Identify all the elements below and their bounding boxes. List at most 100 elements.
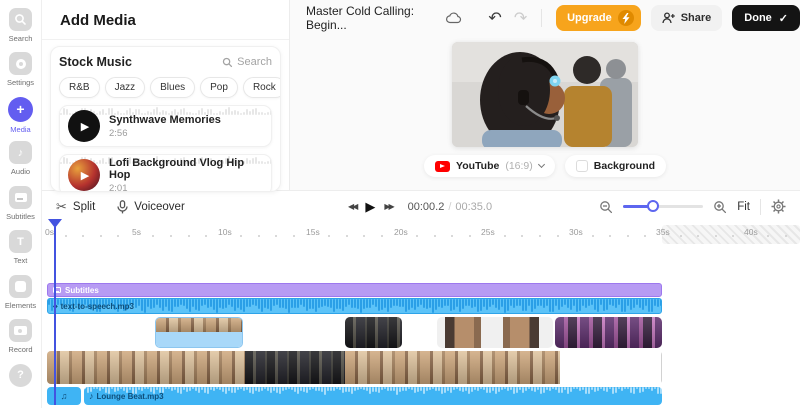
play-button[interactable]: ▶ (68, 159, 100, 191)
split-label: Split (72, 200, 96, 213)
format-label: YouTube (455, 160, 500, 172)
done-label: Done (744, 12, 772, 24)
play-button[interactable]: ▶ (68, 110, 100, 142)
chevron-down-icon (537, 160, 545, 169)
zoom-out-icon[interactable] (599, 200, 613, 214)
music-note-icon: ♫ (60, 391, 68, 401)
sidebar-item-label: Search (8, 34, 33, 43)
video-editor-app: Search Settings + Media ♪ Audio Subtitle… (0, 0, 800, 408)
stock-music-heading: Stock Music (59, 55, 132, 69)
elements-icon (9, 274, 32, 298)
broll-clip-2[interactable] (345, 317, 402, 348)
sidebar: Search Settings + Media ♪ Audio Subtitle… (0, 0, 42, 408)
sidebar-item-subtitles[interactable]: Subtitles (0, 185, 42, 230)
ruler-label: 5s (132, 227, 141, 237)
ruler-label: 0s (45, 227, 54, 237)
music-note-icon: ♪ (9, 141, 32, 165)
microphone-icon (117, 199, 128, 213)
upgrade-button[interactable]: Upgrade (556, 5, 641, 31)
voiceover-button[interactable]: Voiceover (117, 199, 185, 214)
sidebar-item-elements[interactable]: Elements (0, 274, 42, 319)
clip-audio-area (156, 332, 242, 347)
help-icon: ? (9, 363, 32, 387)
undo-button[interactable]: ↶ (488, 8, 501, 28)
broll-clip-1[interactable] (155, 317, 243, 348)
share-button[interactable]: Share (650, 5, 723, 31)
sidebar-item-text[interactable]: T Text (0, 230, 42, 274)
music-track: ♫ ♪ Lounge Beat.mp3 (47, 387, 662, 405)
broll-clip-4[interactable] (555, 317, 662, 348)
done-button[interactable]: Done ✓ (732, 5, 800, 31)
cloud-save-icon (446, 12, 462, 24)
total-time: 00:35.0 (455, 200, 493, 213)
sidebar-item-media[interactable]: + Media (0, 96, 42, 141)
broll-clip-3[interactable] (437, 317, 553, 348)
split-button[interactable]: ✂ Split (56, 199, 95, 215)
timecode: 00:00.2/00:35.0 (407, 200, 493, 213)
stock-music-search[interactable]: Search (222, 56, 272, 68)
timeline-tracks: Subtitles ◆ text-to-speech.mp3 (42, 219, 800, 408)
sidebar-item-audio[interactable]: ♪ Audio (0, 141, 42, 185)
ruler-label: 10s (218, 227, 232, 237)
search-icon (222, 57, 233, 67)
sidebar-item-record[interactable]: Record (0, 319, 42, 363)
help-button[interactable]: ? (0, 363, 42, 408)
ruler-label: 20s (394, 227, 408, 237)
timeline-zoom-slider[interactable] (623, 200, 704, 212)
stock-music-card: Stock Music Search R&B Jazz Blues Pop Ro… (50, 46, 281, 192)
lightning-icon (617, 10, 634, 26)
redo-button[interactable]: ↷ (514, 8, 527, 28)
text-icon: T (9, 230, 32, 254)
search-label: Search (237, 56, 272, 68)
genre-chip-blues[interactable]: Blues (150, 77, 196, 98)
play-button[interactable]: ▶ (365, 199, 375, 215)
main-video-clip[interactable] (47, 351, 662, 384)
divider (541, 9, 543, 27)
sidebar-item-settings[interactable]: Settings (0, 52, 42, 96)
current-time: 00:00.2 (407, 200, 445, 213)
canvas-format-dropdown[interactable]: YouTube (16:9) (423, 155, 555, 177)
play-icon: ▶ (80, 169, 90, 182)
timeline-ruler[interactable]: 0s 5s 10s 15s 20s 25s 30s 35s 40s (42, 222, 800, 246)
skip-forward-button[interactable]: ▶▶ (384, 202, 394, 211)
sidebar-item-search[interactable]: Search (0, 8, 42, 52)
timeline: ✂ Split Voiceover ◀◀ ▶ ▶▶ 00:00.2/00:35.… (42, 190, 800, 408)
timeline-settings-icon[interactable] (771, 199, 786, 214)
sidebar-item-label: Record (8, 345, 33, 355)
share-label: Share (680, 12, 712, 24)
video-preview[interactable] (452, 42, 638, 147)
music-track-item[interactable]: ▶ Synthwave Memories 2:56 (59, 105, 272, 147)
genre-chip-jazz[interactable]: Jazz (104, 77, 146, 98)
add-media-icon: + (8, 96, 33, 122)
ruler-label: 25s (481, 227, 495, 237)
track-title: Lofi Background Vlog Hip Hop (109, 156, 245, 181)
youtube-icon (434, 160, 450, 172)
sidebar-item-label: Settings (6, 78, 35, 88)
sidebar-item-label: Audio (10, 167, 31, 177)
skip-back-button[interactable]: ◀◀ (348, 202, 358, 211)
clip-thumbnails (47, 351, 245, 384)
top-bar: Master Cold Calling: Begin... ↶ ↷ Upgrad… (290, 0, 800, 36)
sidebar-item-label: Text (13, 256, 28, 266)
music-clip-short[interactable]: ♫ (47, 387, 81, 405)
music-track-item[interactable]: ▶ Lofi Background Vlog Hip Hop 2:01 (59, 154, 272, 192)
zoom-in-icon[interactable] (713, 200, 727, 214)
genre-chip-rnb[interactable]: R&B (59, 77, 100, 98)
speech-audio-clip[interactable]: ◆ text-to-speech.mp3 (47, 298, 662, 314)
music-clip[interactable]: ♪ Lounge Beat.mp3 (84, 387, 662, 405)
subtitles-track-label: Subtitles (65, 285, 99, 295)
track-duration: 2:01 (109, 182, 128, 192)
genre-chip-rock[interactable]: Rock (242, 77, 280, 98)
subtitles-track-clip[interactable]: Subtitles (47, 283, 662, 297)
voiceover-label: Voiceover (134, 200, 185, 213)
genre-chip-pop[interactable]: Pop (200, 77, 238, 98)
subtitles-icon (9, 185, 32, 209)
project-title[interactable]: Master Cold Calling: Begin... (306, 4, 437, 32)
fit-button[interactable]: Fit (737, 201, 750, 213)
speech-clip-label: text-to-speech.mp3 (60, 302, 134, 311)
playhead-line (54, 227, 56, 405)
background-button[interactable]: Background (564, 155, 667, 177)
divider (42, 39, 289, 40)
check-icon: ✓ (778, 12, 788, 25)
slider-handle[interactable] (647, 200, 660, 212)
